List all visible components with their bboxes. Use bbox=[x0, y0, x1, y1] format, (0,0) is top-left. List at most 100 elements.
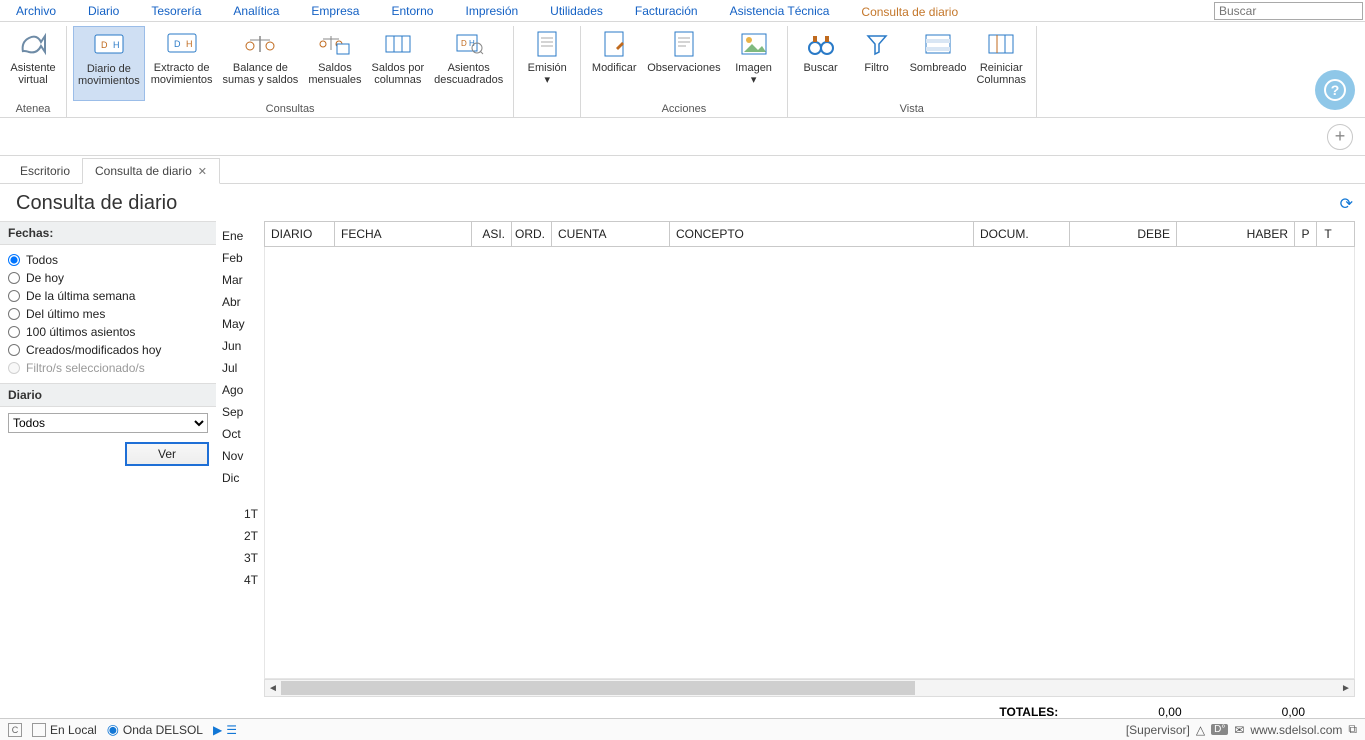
buscar-button[interactable]: Buscar bbox=[794, 26, 848, 101]
asientos-descuadrados-button[interactable]: DH Asientosdescuadrados bbox=[430, 26, 507, 101]
month-mar[interactable]: Mar bbox=[216, 269, 264, 291]
svg-text:?: ? bbox=[1331, 82, 1340, 98]
emision-button[interactable]: Emisión▾ bbox=[520, 26, 574, 101]
fechas-header: Fechas: bbox=[0, 221, 216, 245]
menu-diario[interactable]: Diario bbox=[72, 0, 135, 21]
add-tab-button[interactable]: + bbox=[1327, 124, 1353, 150]
quarter-4t[interactable]: 4T bbox=[216, 569, 264, 591]
list-icon[interactable]: ☰ bbox=[226, 723, 237, 737]
ribbon-group-vista-label: Vista bbox=[794, 101, 1030, 117]
balance-sumas-saldos-button[interactable]: Balance desumas y saldos bbox=[219, 26, 303, 101]
status-box-icon[interactable] bbox=[32, 723, 46, 737]
radio-de-hoy[interactable]: De hoy bbox=[8, 269, 208, 287]
search-input[interactable] bbox=[1214, 2, 1363, 20]
col-docum[interactable]: DOCUM. bbox=[974, 222, 1070, 246]
filtro-button[interactable]: Filtro bbox=[850, 26, 904, 101]
menu-consulta-diario[interactable]: Consulta de diario bbox=[845, 0, 974, 21]
radio-todos[interactable]: Todos bbox=[8, 251, 208, 269]
scale-calendar-icon bbox=[319, 28, 351, 60]
broadcast-icon[interactable]: ◉ bbox=[107, 721, 119, 738]
ribbon-group-acciones-label: Acciones bbox=[587, 101, 780, 117]
warning-icon[interactable]: △ bbox=[1196, 723, 1205, 737]
status-url[interactable]: www.sdelsol.com bbox=[1250, 723, 1342, 737]
col-haber[interactable]: HABER bbox=[1177, 222, 1295, 246]
month-ene[interactable]: Ene bbox=[216, 225, 264, 247]
month-dic[interactable]: Dic bbox=[216, 467, 264, 489]
modificar-button[interactable]: Modificar bbox=[587, 26, 641, 101]
scroll-left-icon[interactable]: ◄ bbox=[265, 683, 281, 694]
radio-filtro-seleccionado: Filtro/s seleccionado/s bbox=[8, 359, 208, 377]
horizontal-scrollbar[interactable]: ◄ ► bbox=[264, 679, 1355, 697]
month-jun[interactable]: Jun bbox=[216, 335, 264, 357]
svg-text:H: H bbox=[113, 40, 120, 50]
diario-select[interactable]: Todos bbox=[8, 413, 208, 433]
menu-facturacion[interactable]: Facturación bbox=[619, 0, 714, 21]
month-feb[interactable]: Feb bbox=[216, 247, 264, 269]
quarter-2t[interactable]: 2T bbox=[216, 525, 264, 547]
columns-icon bbox=[382, 28, 414, 60]
radio-ultimo-mes[interactable]: Del último mes bbox=[8, 305, 208, 323]
help-icon[interactable]: ? bbox=[1315, 70, 1355, 110]
radio-creados-hoy[interactable]: Creados/modificados hoy bbox=[8, 341, 208, 359]
notes-icon bbox=[668, 28, 700, 60]
col-debe[interactable]: DEBE bbox=[1070, 222, 1177, 246]
col-ord[interactable]: ORD. bbox=[512, 222, 552, 246]
ledger-dh-icon: DH bbox=[93, 29, 125, 61]
diario-movimientos-button[interactable]: DH Diario demovimientos bbox=[73, 26, 145, 101]
month-may[interactable]: May bbox=[216, 313, 264, 335]
quarter-1t[interactable]: 1T bbox=[216, 503, 264, 525]
imagen-button[interactable]: Imagen▾ bbox=[727, 26, 781, 101]
play-icon[interactable]: ▶ bbox=[213, 723, 222, 737]
month-nov[interactable]: Nov bbox=[216, 445, 264, 467]
month-oct[interactable]: Oct bbox=[216, 423, 264, 445]
month-sep[interactable]: Sep bbox=[216, 401, 264, 423]
asistente-virtual-button[interactable]: Asistentevirtual bbox=[6, 26, 60, 101]
saldos-por-columnas-button[interactable]: Saldos porcolumnas bbox=[368, 26, 429, 101]
menu-empresa[interactable]: Empresa bbox=[295, 0, 375, 21]
tab-consulta-diario[interactable]: Consulta de diario ✕ bbox=[82, 158, 220, 184]
month-ago[interactable]: Ago bbox=[216, 379, 264, 401]
reiniciar-columnas-button[interactable]: ReiniciarColumnas bbox=[972, 26, 1030, 101]
scale-icon bbox=[244, 28, 276, 60]
menu-impresion[interactable]: Impresión bbox=[449, 0, 534, 21]
radio-ultima-semana[interactable]: De la última semana bbox=[8, 287, 208, 305]
menu-analitica[interactable]: Analítica bbox=[217, 0, 295, 21]
page-title: Consulta de diario bbox=[16, 192, 177, 215]
menu-utilidades[interactable]: Utilidades bbox=[534, 0, 619, 21]
menu-asistencia[interactable]: Asistencia Técnica bbox=[714, 0, 846, 21]
quarter-3t[interactable]: 3T bbox=[216, 547, 264, 569]
mail-icon[interactable]: ✉ bbox=[1234, 723, 1244, 737]
extract-icon: DH bbox=[166, 28, 198, 60]
tab-escritorio[interactable]: Escritorio bbox=[8, 159, 82, 183]
sombreado-button[interactable]: Sombreado bbox=[906, 26, 971, 101]
refresh-icon[interactable]: ⟳ bbox=[1340, 194, 1353, 214]
svg-text:H: H bbox=[186, 39, 193, 49]
page-tabs: Escritorio Consulta de diario ✕ bbox=[0, 156, 1365, 184]
ver-button[interactable]: Ver bbox=[126, 443, 208, 465]
menu-entorno[interactable]: Entorno bbox=[375, 0, 449, 21]
col-concepto[interactable]: CONCEPTO bbox=[670, 222, 974, 246]
observaciones-button[interactable]: Observaciones bbox=[643, 26, 724, 101]
table-body bbox=[264, 247, 1355, 679]
col-asi[interactable]: ASI. bbox=[472, 222, 512, 246]
col-fecha[interactable]: FECHA bbox=[335, 222, 472, 246]
saldos-mensuales-button[interactable]: Saldosmensuales bbox=[304, 26, 365, 101]
month-jul[interactable]: Jul bbox=[216, 357, 264, 379]
menu-tesoreria[interactable]: Tesorería bbox=[135, 0, 217, 21]
col-diario[interactable]: DIARIO bbox=[265, 222, 335, 246]
menubar: Archivo Diario Tesorería Analítica Empre… bbox=[0, 0, 1365, 22]
month-abr[interactable]: Abr bbox=[216, 291, 264, 313]
ribbon-group-emision-label bbox=[520, 101, 574, 117]
extracto-movimientos-button[interactable]: DH Extracto demovimientos bbox=[147, 26, 217, 101]
col-t[interactable]: T bbox=[1317, 222, 1339, 246]
status-c-icon[interactable]: C bbox=[8, 723, 22, 737]
col-cuenta[interactable]: CUENTA bbox=[552, 222, 670, 246]
close-icon[interactable]: ✕ bbox=[198, 165, 207, 178]
window-icon[interactable]: ⧉ bbox=[1348, 722, 1357, 737]
col-p[interactable]: P bbox=[1295, 222, 1317, 246]
radio-100-ultimos[interactable]: 100 últimos asientos bbox=[8, 323, 208, 341]
edit-doc-icon bbox=[598, 28, 630, 60]
menu-archivo[interactable]: Archivo bbox=[0, 0, 72, 21]
scroll-right-icon[interactable]: ► bbox=[1338, 683, 1354, 694]
d-badge-icon[interactable]: D° bbox=[1211, 724, 1228, 735]
